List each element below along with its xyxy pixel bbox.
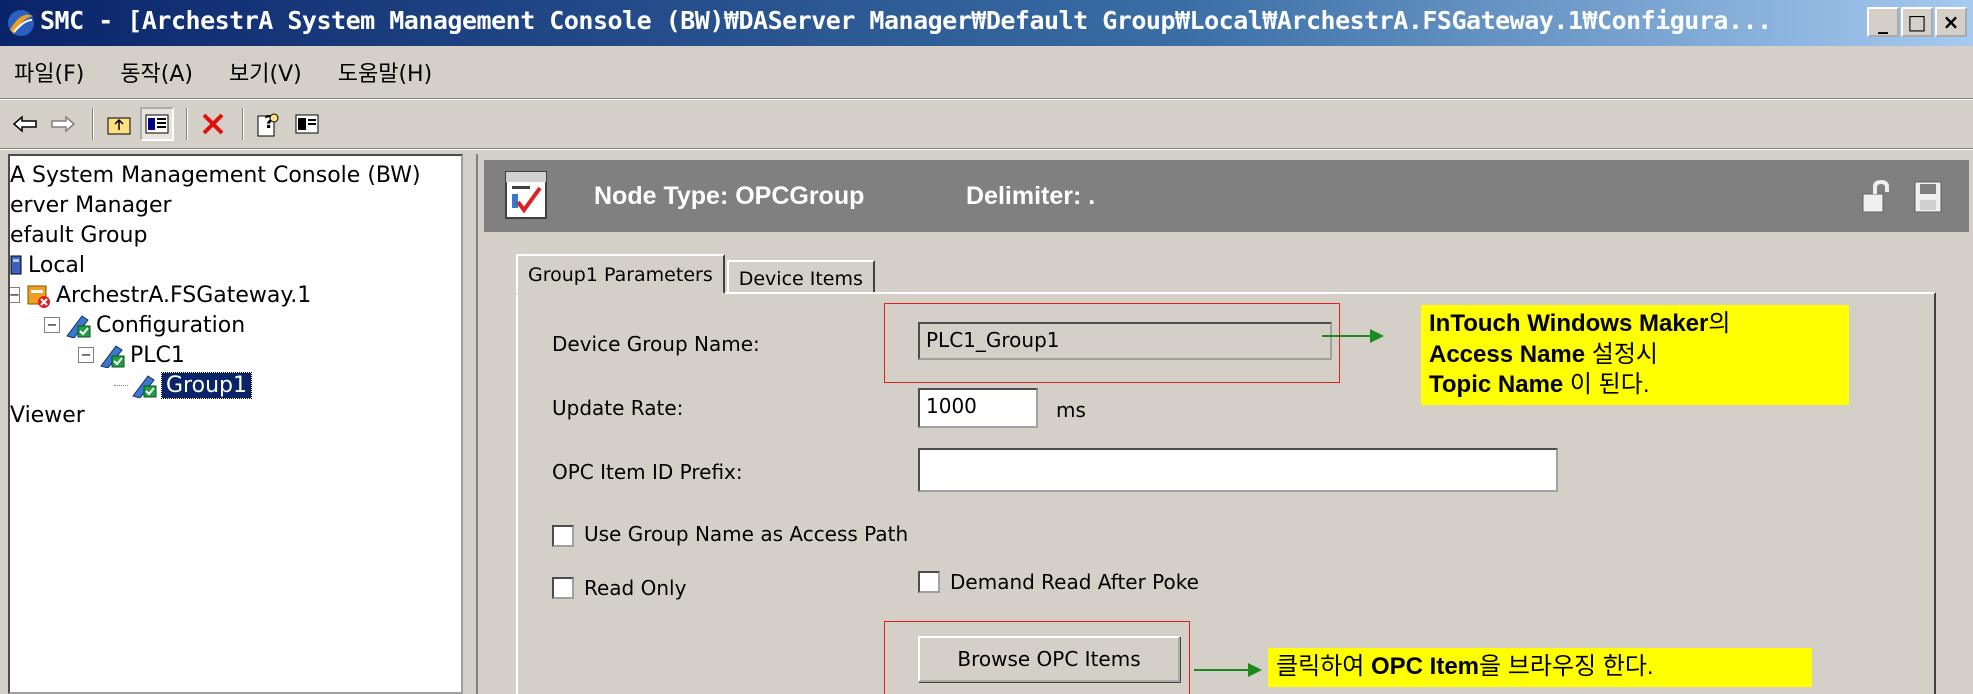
menu-view[interactable]: 보기(V) bbox=[229, 56, 302, 88]
toolbar-separator bbox=[242, 108, 244, 140]
note1-line3-rest: 이 된다. bbox=[1563, 371, 1650, 399]
node-type-label: Node Type: OPCGroup bbox=[594, 182, 865, 210]
maximize-button[interactable]: □ bbox=[1901, 7, 1933, 37]
read-only-label: Read Only bbox=[584, 576, 687, 600]
note1-line2-rest: 설정시 bbox=[1585, 340, 1659, 368]
port-icon bbox=[100, 345, 125, 368]
tree-item-plc1[interactable]: − PLC1 bbox=[78, 340, 185, 370]
details-pane: Node Type: OPCGroup Delimiter: . Group1 … bbox=[476, 154, 1973, 694]
tree-item-daserver-manager[interactable]: erver Manager bbox=[10, 190, 172, 220]
note2-bold: OPC Item bbox=[1371, 653, 1480, 680]
arrow-head-2 bbox=[1248, 663, 1262, 677]
opc-prefix-label: OPC Item ID Prefix: bbox=[552, 460, 743, 484]
update-rate-field[interactable]: 1000 bbox=[918, 388, 1038, 428]
read-only-checkbox[interactable] bbox=[552, 577, 574, 599]
toolbar: ? bbox=[0, 102, 1973, 146]
description-icon[interactable] bbox=[290, 107, 324, 141]
device-group-icon bbox=[132, 375, 157, 398]
tab-group1-parameters[interactable]: Group1 Parameters bbox=[516, 254, 725, 294]
tree-item-label: A System Management Console (BW) bbox=[10, 162, 421, 188]
configuration-icon bbox=[66, 315, 91, 338]
toolbar-divider bbox=[0, 148, 1973, 150]
collapse-icon[interactable]: − bbox=[44, 317, 60, 333]
tree-connector bbox=[114, 384, 128, 386]
smc-app-icon bbox=[8, 10, 34, 36]
back-icon[interactable] bbox=[8, 107, 42, 141]
tab-device-items[interactable]: Device Items bbox=[726, 260, 875, 294]
server-stopped-icon bbox=[27, 285, 50, 308]
note-browse-opc: 클릭하여 OPC Item을 브라우징 한다. bbox=[1268, 648, 1812, 687]
up-folder-icon[interactable] bbox=[102, 107, 136, 141]
tree-item-label: erver Manager bbox=[10, 192, 172, 218]
use-group-name-checkbox[interactable] bbox=[552, 525, 574, 547]
arrow-line-2 bbox=[1194, 669, 1250, 671]
highlight-box-browse bbox=[884, 621, 1190, 694]
show-hide-tree-icon[interactable] bbox=[140, 107, 174, 141]
note1-line1-bold: InTouch Windows Maker bbox=[1429, 310, 1709, 337]
window-title: SMC - [ArchestrA System Management Conso… bbox=[40, 6, 1772, 35]
note2-post: 을 브라우징 한다. bbox=[1479, 653, 1654, 680]
tree-item-label: PLC1 bbox=[130, 342, 185, 368]
tree-item-group1[interactable]: Group1 bbox=[114, 370, 252, 400]
tab-strip: Group1 Parameters Device Items bbox=[516, 254, 875, 294]
minimize-button[interactable]: _ bbox=[1867, 7, 1899, 37]
collapse-icon[interactable]: − bbox=[10, 287, 20, 303]
note1-line2-bold: Access Name bbox=[1429, 340, 1586, 368]
title-bar[interactable]: SMC - [ArchestrA System Management Conso… bbox=[0, 0, 1973, 46]
menu-help[interactable]: 도움말(H) bbox=[338, 56, 432, 88]
delimiter-label: Delimiter: . bbox=[966, 182, 1096, 210]
lock-icon[interactable] bbox=[1861, 180, 1893, 214]
tree-item-viewer[interactable]: Viewer bbox=[10, 400, 85, 430]
tree-item-smc[interactable]: A System Management Console (BW) bbox=[10, 160, 421, 190]
tree-item-label: Local bbox=[28, 252, 86, 278]
update-rate-label: Update Rate: bbox=[552, 396, 684, 420]
note-topic-name: InTouch Windows Maker의 Access Name 설정시 T… bbox=[1421, 305, 1849, 406]
menu-action[interactable]: 동작(A) bbox=[120, 56, 193, 88]
menu-file[interactable]: 파일(F) bbox=[14, 56, 84, 88]
demand-read-label: Demand Read After Poke bbox=[950, 570, 1199, 594]
update-rate-unit: ms bbox=[1056, 398, 1086, 422]
note1-line1-rest: 의 bbox=[1708, 310, 1731, 337]
toolbar-separator bbox=[186, 108, 188, 140]
note2-pre: 클릭하여 bbox=[1276, 653, 1371, 680]
menu-bar: 파일(F) 동작(A) 보기(V) 도움말(H) bbox=[0, 50, 1973, 94]
forward-icon[interactable] bbox=[46, 107, 80, 141]
tree-item-label: Group1 bbox=[161, 371, 252, 399]
checklist-icon bbox=[505, 171, 547, 219]
arrow-head-1 bbox=[1370, 329, 1384, 343]
arrow-line-1 bbox=[1322, 335, 1372, 337]
tree-item-label: ArchestrA.FSGateway.1 bbox=[56, 282, 312, 308]
close-button[interactable]: × bbox=[1935, 7, 1967, 37]
use-group-name-label: Use Group Name as Access Path bbox=[584, 522, 909, 546]
highlight-box-group-name bbox=[884, 303, 1340, 383]
tree-item-label: efault Group bbox=[10, 222, 148, 248]
node-header: Node Type: OPCGroup Delimiter: . bbox=[484, 160, 1969, 232]
demand-read-checkbox[interactable] bbox=[918, 571, 940, 593]
console-tree[interactable]: A System Management Console (BW) erver M… bbox=[8, 154, 463, 694]
tree-item-label: Viewer bbox=[10, 402, 85, 428]
toolbar-separator bbox=[92, 108, 94, 140]
pane-splitter[interactable] bbox=[468, 154, 476, 694]
note1-line3-bold: Topic Name bbox=[1429, 371, 1564, 399]
tree-item-local[interactable]: Local bbox=[10, 250, 85, 280]
tree-item-configuration[interactable]: − Configuration bbox=[44, 310, 245, 340]
menu-divider bbox=[0, 98, 1973, 100]
tree-item-label: Configuration bbox=[96, 312, 246, 338]
collapse-icon[interactable]: − bbox=[78, 347, 94, 363]
tree-item-default-group[interactable]: efault Group bbox=[10, 220, 147, 250]
computer-icon bbox=[10, 255, 22, 275]
device-group-name-label: Device Group Name: bbox=[552, 332, 760, 356]
opc-prefix-field[interactable] bbox=[918, 448, 1558, 492]
help-icon[interactable]: ? bbox=[252, 107, 286, 141]
tree-item-fsgateway[interactable]: − ArchestrA.FSGateway.1 bbox=[10, 280, 311, 310]
delete-icon[interactable] bbox=[196, 107, 230, 141]
save-icon[interactable] bbox=[1913, 180, 1943, 214]
